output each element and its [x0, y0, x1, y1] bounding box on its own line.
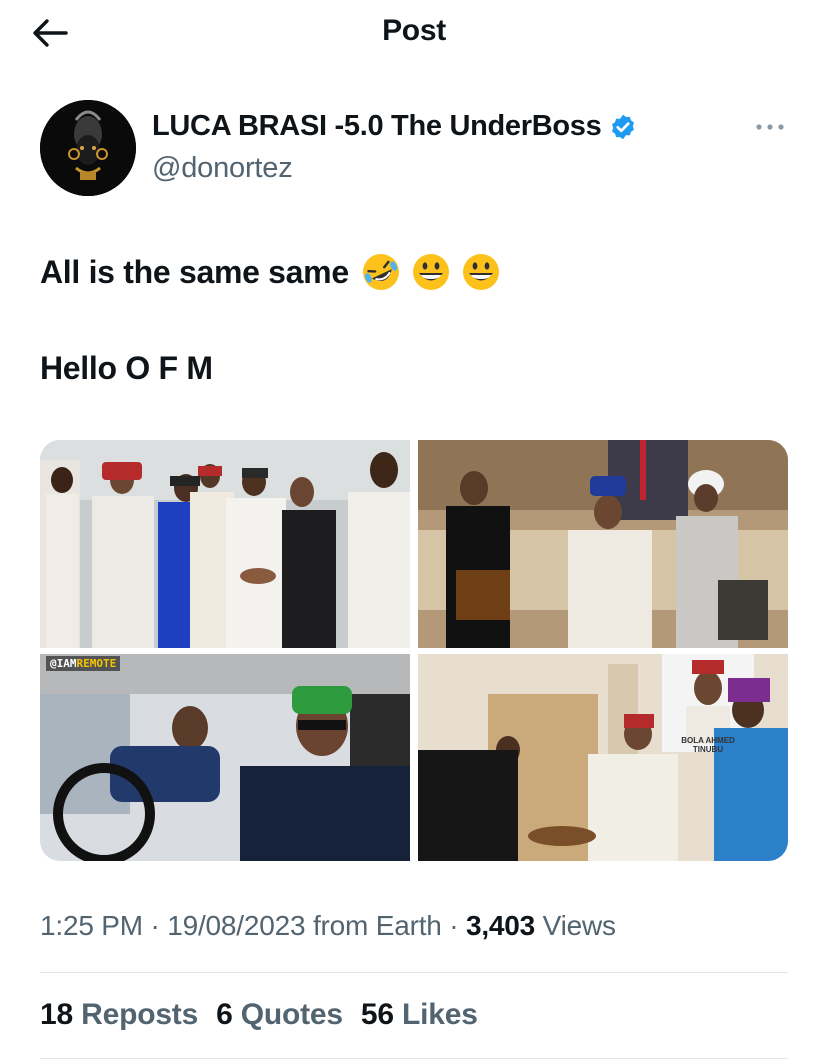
avatar-image: [40, 100, 136, 196]
tweet-date[interactable]: 19/08/2023: [167, 910, 305, 941]
author-handle[interactable]: @donortez: [152, 152, 293, 185]
likes-count: 56: [360, 998, 394, 1031]
divider: [40, 1058, 788, 1059]
photo-1[interactable]: [40, 440, 410, 648]
author-name-row[interactable]: LUCA BRASI -5.0 The UnderBoss: [152, 110, 637, 143]
photo-3[interactable]: @IAMREMOTE: [40, 654, 410, 861]
more-options-button[interactable]: [748, 112, 792, 142]
top-bar: Post: [0, 0, 828, 66]
photo-4-image: [418, 654, 788, 861]
quotes-label: Quotes: [240, 998, 343, 1031]
tweet-time[interactable]: 1:25 PM: [40, 910, 143, 941]
photo-watermark: @IAMREMOTE: [46, 656, 121, 671]
meta-separator: ·: [449, 910, 466, 941]
tweet-source: from Earth: [312, 910, 442, 941]
display-name[interactable]: LUCA BRASI -5.0 The UnderBoss: [152, 110, 602, 143]
photo-2-image: [418, 440, 788, 648]
photo-4[interactable]: BOLA AHMED TINUBU: [418, 654, 788, 861]
rolling-laughing-emoji-icon: [362, 254, 399, 290]
reposts-stat[interactable]: 18 Reposts: [40, 998, 198, 1032]
quotes-count: 6: [216, 998, 233, 1031]
photo-1-image: [40, 440, 410, 648]
more-horizontal-icon: [756, 124, 784, 130]
tweet-text-line-1: All is the same same: [40, 252, 501, 292]
engagement-stats: 18 Reposts 6 Quotes 56 Likes: [40, 998, 478, 1032]
tweet-text-line-2: Hello O F M: [40, 350, 213, 386]
grinning-face-emoji-icon: [462, 254, 499, 290]
verified-badge-icon: [612, 114, 635, 139]
poster-caption: BOLA AHMED TINUBU: [681, 736, 735, 754]
photo-3-image: [40, 654, 410, 861]
divider: [40, 972, 788, 973]
likes-stat[interactable]: 56 Likes: [361, 998, 478, 1032]
reposts-count: 18: [40, 998, 73, 1031]
tweet-meta: 1:25 PM · 19/08/2023 from Earth · 3,403 …: [40, 910, 616, 942]
reposts-label: Reposts: [81, 998, 199, 1031]
likes-label: Likes: [402, 998, 478, 1031]
meta-separator: ·: [150, 910, 168, 941]
tweet-text-content: All is the same same: [40, 253, 349, 290]
photo-2[interactable]: [418, 440, 788, 648]
avatar[interactable]: [40, 100, 136, 196]
emoji-group: [361, 252, 501, 292]
page-title: Post: [382, 14, 446, 47]
views-count: 3,403: [465, 910, 536, 941]
grinning-face-emoji-icon: [412, 254, 449, 290]
views-label: Views: [542, 910, 616, 941]
media-grid[interactable]: @IAMREMOTE BOLA AHMED TINUBU: [40, 440, 788, 861]
quotes-stat[interactable]: 6 Quotes: [216, 998, 343, 1032]
